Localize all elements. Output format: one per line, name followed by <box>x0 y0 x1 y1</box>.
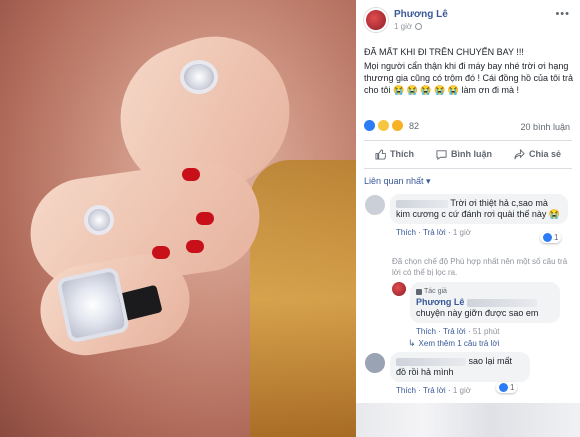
comment-like-badge[interactable]: 1 <box>496 382 518 393</box>
photo-nail <box>186 240 204 253</box>
blurred-mention <box>466 298 537 307</box>
post-body: Mọi người cẩn thận khi đi máy bay nhé tr… <box>364 61 574 95</box>
view-more-replies-link[interactable]: ↳ Xem thêm 1 câu trả lời <box>408 338 499 349</box>
post-header: Phương Lê 1 giờ <box>364 8 448 32</box>
blurred-comment-input <box>356 403 580 437</box>
comment-button[interactable]: Bình luận <box>436 149 492 160</box>
photo-ring-heart <box>84 205 114 235</box>
author-avatar[interactable] <box>364 8 388 32</box>
post-title: ĐÃ MẤT KHI ĐI TRÊN CHUYẾN BAY !!! <box>364 47 524 57</box>
blurred-name <box>396 199 448 208</box>
comment-label: Bình luận <box>450 149 492 159</box>
photo-nail <box>196 212 214 225</box>
photo-ring-top <box>180 60 218 94</box>
comment-icon <box>436 149 447 160</box>
reply-arrow-icon: ↳ <box>408 338 416 348</box>
reaction-count: 82 <box>409 120 420 131</box>
author-reply: Tác giả Phương Lê chuyện này giỡn được s… <box>392 282 560 336</box>
reply-author-avatar[interactable] <box>392 282 406 296</box>
comment: Trời ơi thiệt hả c,sao mà kim cương c cứ… <box>364 194 568 237</box>
comment-like-count: 1 <box>510 383 515 392</box>
reply-reply-link[interactable]: Trả lời <box>443 327 466 336</box>
globe-icon <box>415 23 423 30</box>
reply-time: 51 phút <box>472 327 500 336</box>
comment-bubble: sao lại mất đồ rồi hả mình <box>390 352 530 382</box>
comment-count[interactable]: 20 bình luận <box>520 122 570 132</box>
comment-like-link[interactable]: Thích <box>396 228 416 237</box>
comment-bubble: Trời ơi thiệt hả c,sao mà kim cương c cứ… <box>390 194 568 224</box>
photo-background-dress <box>250 160 356 437</box>
like-icon <box>499 383 508 392</box>
thumbs-up-icon <box>375 148 386 160</box>
share-button[interactable]: Chia sẻ <box>514 148 561 160</box>
sad-reaction-icon <box>378 120 389 131</box>
comment-reply-link[interactable]: Trả lời <box>423 386 446 395</box>
comment-reply-link[interactable]: Trả lời <box>423 228 446 237</box>
reply-like-link[interactable]: Thích <box>416 327 436 336</box>
author-name[interactable]: Phương Lê <box>394 9 448 20</box>
post-photo[interactable] <box>0 0 356 437</box>
pen-icon <box>416 288 422 295</box>
commenter-avatar[interactable] <box>364 194 386 216</box>
author-tag-label: Tác giả <box>424 288 447 295</box>
comment-like-badge[interactable]: 1 <box>540 232 562 243</box>
comment-like-link[interactable]: Thích <box>396 386 416 395</box>
comment-like-count: 1 <box>554 233 559 242</box>
photo-nail <box>182 168 200 181</box>
author-badge: Tác giả <box>416 286 554 297</box>
like-label: Thích <box>389 149 414 159</box>
divider <box>364 168 572 169</box>
more-replies-label: Xem thêm 1 câu trả lời <box>418 339 500 348</box>
comment-time: 1 giờ <box>452 386 471 395</box>
share-icon <box>514 148 525 159</box>
post-panel: Phương Lê 1 giờ ••• ĐÃ MẤT KHI ĐI TRÊN C… <box>356 0 580 437</box>
post-time-row: 1 giờ <box>394 22 448 31</box>
author-block: Phương Lê 1 giờ <box>394 9 448 31</box>
post-actions: Thích Bình luận Chia sẻ <box>364 142 572 166</box>
reply-author-name[interactable]: Phương Lê <box>416 297 464 307</box>
reply-bubble: Tác giả Phương Lê chuyện này giỡn được s… <box>410 282 560 323</box>
like-button[interactable]: Thích <box>375 148 414 160</box>
comment-sort-dropdown[interactable]: Liên quan nhất ▾ <box>364 176 431 187</box>
post-text: ĐÃ MẤT KHI ĐI TRÊN CHUYẾN BAY !!! Mọi ng… <box>364 46 574 96</box>
reaction-summary[interactable]: 82 <box>364 120 419 131</box>
more-options-icon[interactable]: ••• <box>555 8 570 20</box>
filter-notice: Đã chọn chế độ Phù hợp nhất nên một số c… <box>392 257 568 277</box>
like-icon <box>543 233 552 242</box>
wow-reaction-icon <box>392 120 403 131</box>
commenter-avatar[interactable] <box>364 352 386 374</box>
reply-text: chuyện này giỡn được sao em <box>416 308 539 318</box>
post-time[interactable]: 1 giờ <box>394 22 412 31</box>
like-reaction-icon <box>364 120 375 131</box>
photo-nail <box>152 246 170 259</box>
reply-actions: Thích · Trả lời · 51 phút <box>416 327 500 336</box>
blurred-name <box>396 357 466 366</box>
comment-time: 1 giờ <box>452 228 471 237</box>
share-label: Chia sẻ <box>528 149 561 159</box>
photo-watch <box>55 266 131 344</box>
divider <box>364 140 572 141</box>
